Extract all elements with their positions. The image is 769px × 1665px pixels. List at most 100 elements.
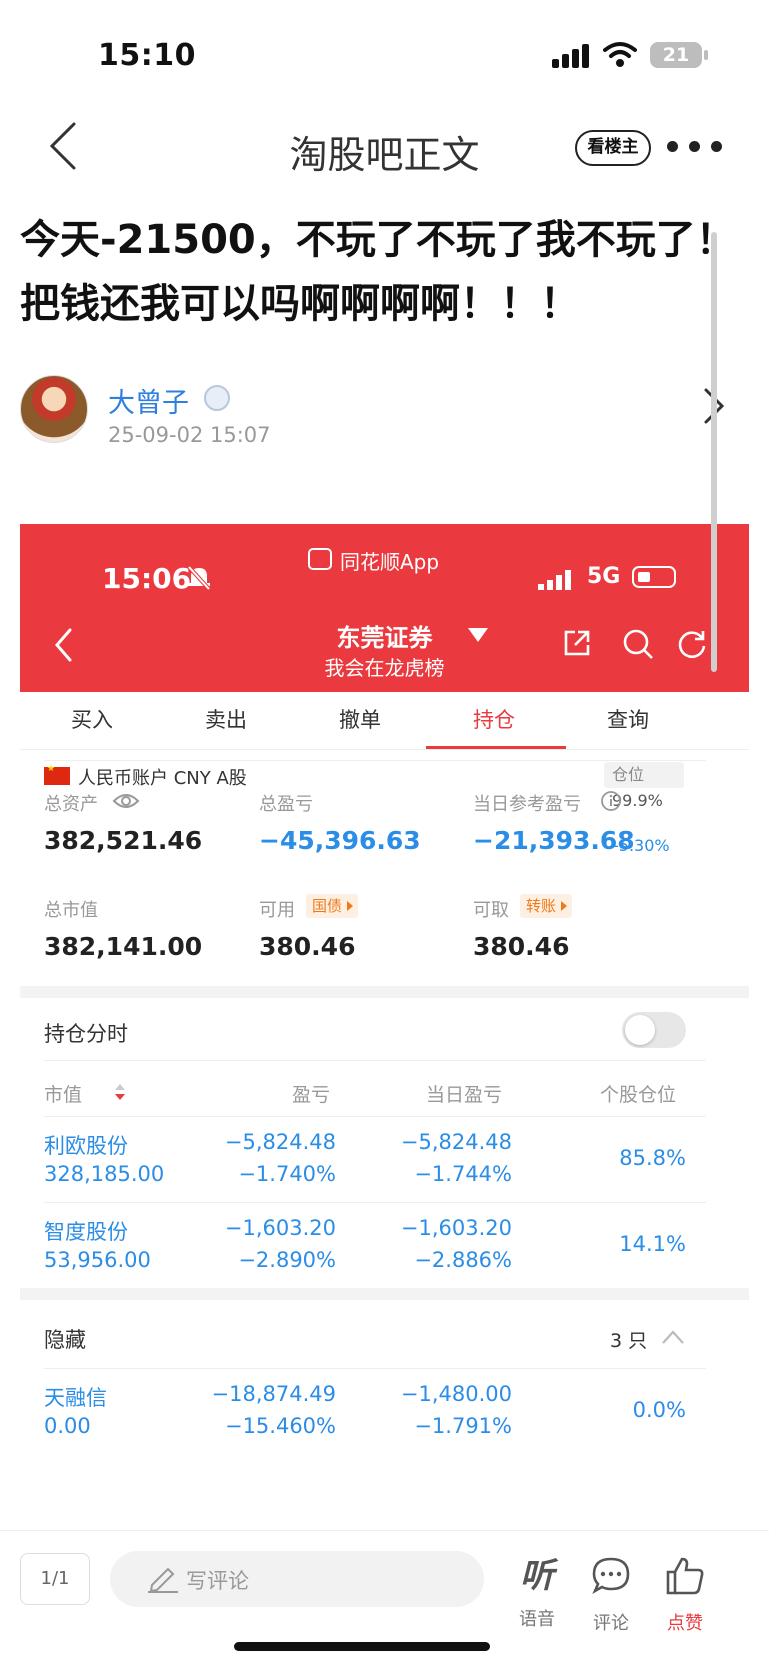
cellular-signal-icon [552,44,590,68]
market-value-label: 总市值 [44,900,98,921]
available-label: 可用 [259,900,295,921]
holding-daily-pnl: −1,603.20 [400,1216,512,1240]
listen-icon: 听 [520,1556,554,1596]
holding-pnl: −5,824.48 [224,1130,336,1154]
battery-tip [704,50,708,60]
comment-label: 评论 [593,1613,629,1634]
nav-bar: 淘股吧正文 看楼主 [0,108,769,188]
trade-tabs: 买入 卖出 撤单 持仓 查询 [20,692,749,750]
info-icon [601,791,621,811]
inner-status-time: 15:06 [102,562,192,595]
col-market-value: 市值 [44,1080,125,1107]
divider [44,760,706,761]
total-assets-value: 382,521.46 [44,826,203,855]
available-value: 380.46 [259,932,356,961]
section-gap [20,1288,749,1300]
home-indicator [234,1642,490,1651]
share-icon [564,630,590,656]
holding-name: 智度股份 [44,1220,128,1244]
post-timestamp: 25-09-02 15:07 [108,423,271,447]
transfer-tag: 转账 [520,894,573,918]
hidden-holding-daily-pnl: −1,480.00 [400,1382,512,1406]
position-label: 仓位 [612,765,645,784]
search-icon [623,629,653,659]
withdrawable-value: 380.46 [473,932,570,961]
page-title: 淘股吧正文 [289,133,480,177]
section-gap [20,986,749,998]
holding-weight: 14.1% [619,1232,686,1256]
holding-pnl-percent: −1.740% [238,1162,336,1186]
daily-pnl-value: −21,393.68 [473,826,635,855]
col-weight: 个股仓位 [600,1084,677,1106]
avatar[interactable] [20,375,88,443]
market-value: 382,141.00 [44,932,203,961]
col-pnl: 盈亏 [292,1084,331,1106]
status-bar: 15:10 21 [0,0,769,100]
scrollbar[interactable] [711,232,717,672]
holding-pnl-percent: −2.890% [238,1248,336,1272]
total-assets-label: 总资产 [44,794,98,815]
sort-icon [115,1084,125,1100]
chevron-up-icon [662,1330,684,1344]
holding-daily-percent: −1.744% [414,1162,512,1186]
holding-daily-percent: −2.886% [414,1248,512,1272]
hidden-holding-daily-percent: −1.791% [414,1414,512,1438]
daily-pnl-percent: -5.30% [613,836,670,855]
comment-button[interactable]: 评论 [576,1555,646,1635]
author-row[interactable]: 大曾子 25-09-02 15:07 [20,375,760,455]
col-daily-pnl: 当日盈亏 [426,1084,503,1106]
status-time: 15:10 [98,38,196,73]
inner-signal-icon [538,570,574,590]
comment-input[interactable]: 写评论 [110,1551,484,1607]
thumbs-up-icon [666,1557,704,1595]
brokerage-header: 15:06 同花顺App 5G 东莞证券 我会在龙虎榜 [20,524,749,692]
listen-label: 语音 [519,1609,555,1630]
holding-daily-pnl: −5,824.48 [400,1130,512,1154]
withdrawable-label: 可取 [473,900,509,921]
network-label: 5G [587,564,621,589]
pen-icon [148,1567,178,1593]
inner-battery-icon [632,566,676,588]
listen-button[interactable]: 听 语音 [502,1555,572,1631]
hidden-holding-name: 天融信 [44,1386,107,1410]
holding-name: 利欧股份 [44,1134,128,1158]
dropdown-caret-icon [468,628,488,642]
more-options-icon[interactable] [667,138,723,158]
hidden-holding-market-value: 0.00 [44,1414,91,1438]
level-badge-icon [204,385,230,411]
position-ratio-badge: 仓位 99.9% [604,762,684,810]
total-pnl-value: −45,396.63 [259,826,421,855]
china-flag-icon [44,764,70,785]
holding-pnl: −1,603.20 [224,1216,336,1240]
author-name[interactable]: 大曾子 [108,381,189,420]
tab-buy: 买入 [71,708,113,732]
divider [44,1060,706,1061]
intraday-toggle [622,1012,686,1048]
refresh-icon [678,631,706,659]
eye-icon [112,794,140,808]
divider [44,1202,706,1203]
divider [44,1116,706,1117]
op-only-button[interactable]: 看楼主 [575,130,651,166]
post-image[interactable]: 15:06 同花顺App 5G 东莞证券 我会在龙虎榜 买入 卖出 撤单 持仓 … [20,524,749,1519]
comment-icon [592,1557,630,1595]
like-label: 点赞 [667,1613,703,1634]
inner-app-label: 同花顺App [308,546,439,575]
tab-cancel: 撤单 [339,708,381,732]
tab-holdings: 持仓 [473,708,515,732]
hidden-holding-weight: 0.0% [632,1398,686,1422]
active-tab-indicator [426,746,566,749]
holding-market-value: 53,956.00 [44,1248,151,1272]
wifi-icon [603,42,637,67]
muted-bell-icon [187,565,211,591]
holding-weight: 85.8% [619,1146,686,1170]
app-name: 同花顺App [340,550,440,574]
col-market-value-label: 市值 [44,1084,83,1106]
like-button[interactable]: 点赞 [650,1555,720,1635]
hidden-count: 3 只 [610,1330,648,1352]
hidden-holding-pnl-percent: −15.460% [224,1414,336,1438]
tab-query: 查询 [607,708,649,732]
page-indicator[interactable]: 1/1 [20,1553,90,1605]
account-label: 人民币账户 CNY A股 [78,768,247,789]
comment-placeholder: 写评论 [186,1569,249,1593]
